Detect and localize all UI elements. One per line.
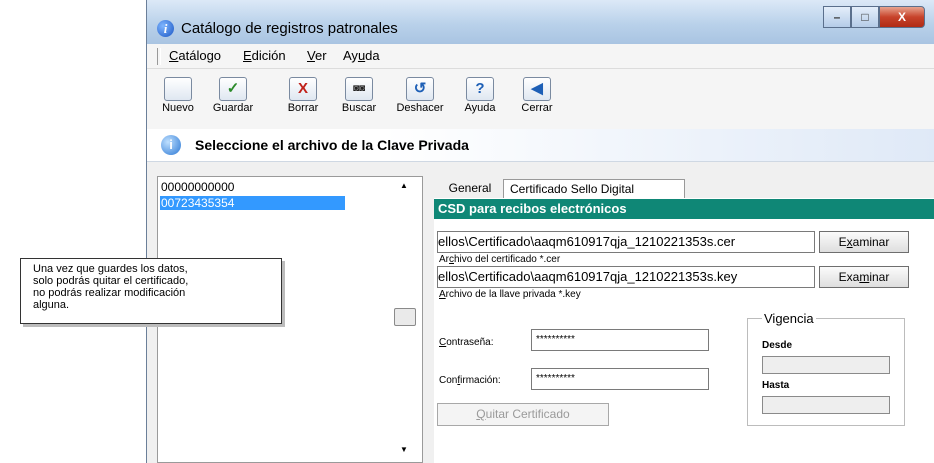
close-window-button[interactable]: X [879,6,925,28]
ayuda-button[interactable]: ? Ayuda [455,77,505,114]
help-icon: ? [466,77,494,101]
delete-x-icon: X [289,77,317,101]
cerrar-label: Cerrar [521,102,553,114]
exit-door-icon: ◀ [523,77,551,101]
title-bar[interactable]: i Catálogo de registros patronales – □ X [147,0,934,44]
menu-edicion[interactable]: Edición [243,48,286,63]
valid-to-field [762,396,890,414]
toolbar: Nuevo ✓ Guardar X Borrar ◙◙ Buscar ↺ Des… [147,69,934,130]
cer-file-label: Archivo del certificado *.cer [439,254,561,265]
scroll-up-icon[interactable]: ▲ [400,181,408,190]
buscar-label: Buscar [341,102,377,114]
valid-from-field [762,356,890,374]
validity-title: Vigencia [762,311,816,326]
confirm-password-label: Confirmación: [439,375,501,386]
checkmark-icon: ✓ [219,77,247,101]
list-item[interactable]: 00000000000 [160,180,345,194]
borrar-label: Borrar [287,102,319,114]
undo-icon: ↺ [406,77,434,101]
confirm-password-input[interactable]: ********** [531,368,709,390]
window-title: Catálogo de registros patronales [181,20,398,37]
menu-ver[interactable]: Ver [307,48,327,63]
nuevo-button[interactable]: Nuevo [153,77,203,114]
valid-from-label: Desde [762,340,793,351]
valid-to-label: Hasta [762,380,790,391]
nuevo-label: Nuevo [162,102,194,114]
key-file-path-input[interactable]: ellos\Certificado\aaqm610917qja_12102213… [437,266,815,288]
guardar-button[interactable]: ✓ Guardar [203,77,263,114]
password-input[interactable]: ********** [531,329,709,351]
main-window: i Catálogo de registros patronales – □ X… [146,0,934,463]
section-header: CSD para recibos electrónicos [434,199,934,219]
minimize-button[interactable]: – [823,6,851,28]
key-file-label: Archivo de la llave privada *.key [439,289,581,300]
browse-key-button[interactable]: Examinar [819,266,909,288]
scroll-down-icon[interactable]: ▼ [400,445,408,454]
info-message: Seleccione el archivo de la Clave Privad… [195,137,469,153]
browse-cer-button[interactable]: Examinar [819,231,909,253]
ayuda-label: Ayuda [464,102,496,114]
cer-file-path-input[interactable]: ellos\Certificado\aaqm610917qja_12102213… [437,231,815,253]
menu-ayuda[interactable]: Ayuda [343,48,380,63]
tooltip-line: solo podrás quitar el certificado, [33,275,189,287]
cerrar-button[interactable]: ◀ Cerrar [512,77,562,114]
new-document-icon [164,77,192,101]
tab-general[interactable]: General [439,179,501,198]
maximize-button[interactable]: □ [851,6,879,28]
list-item-selected[interactable]: 00723435354 [160,196,345,210]
window-controls: – □ X [823,6,925,28]
remove-certificate-button[interactable]: Quitar Certificado [437,403,609,426]
scrollbar-thumb[interactable] [394,308,416,326]
deshacer-label: Deshacer [396,102,444,114]
menu-bar: Catálogo Edición Ver Ayuda [147,44,934,69]
tooltip-line: no podrás realizar modificación [33,287,186,299]
info-icon: i [161,135,181,155]
tooltip-line: alguna. [33,299,70,311]
binoculars-icon: ◙◙ [345,77,373,101]
info-bar: i Seleccione el archivo de la Clave Priv… [147,129,934,162]
tab-certificado-sello-digital[interactable]: Certificado Sello Digital [503,179,685,198]
borrar-button[interactable]: X Borrar [278,77,328,114]
guardar-label: Guardar [212,102,254,114]
menu-catalogo[interactable]: Catálogo [169,48,221,63]
buscar-button[interactable]: ◙◙ Buscar [331,77,387,114]
tooltip-line: Una vez que guardes los datos, [33,263,188,275]
warning-tooltip: Una vez que guardes los datos, solo podr… [20,258,282,324]
password-label: Contraseña: [439,337,494,348]
menubar-grip [157,48,161,65]
deshacer-button[interactable]: ↺ Deshacer [388,77,452,114]
app-info-icon: i [157,20,174,37]
